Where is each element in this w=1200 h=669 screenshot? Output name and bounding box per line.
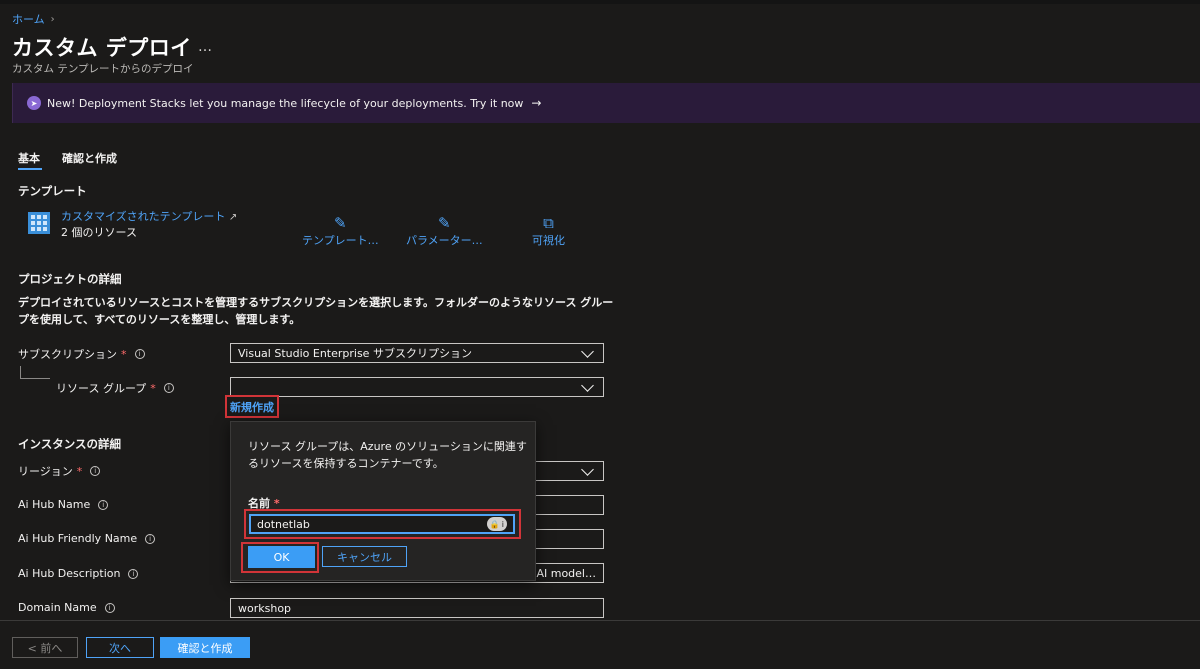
- region-label-text: リージョン: [18, 465, 73, 478]
- chevron-down-icon: [581, 462, 594, 476]
- template-icon: [28, 212, 50, 234]
- info-icon[interactable]: i: [163, 383, 174, 393]
- project-details-heading: プロジェクトの詳細: [18, 272, 122, 286]
- hub-description-label-text: Ai Hub Description: [18, 567, 121, 580]
- page-title: カスタム デプロイ: [12, 36, 192, 60]
- resource-group-name-input[interactable]: dotnetlab 🔒 i: [249, 514, 515, 534]
- resource-count: 2 個のリソース: [61, 226, 137, 239]
- deployment-stacks-banner[interactable]: ➤ New! Deployment Stacks let you manage …: [12, 83, 1200, 123]
- customized-template-link[interactable]: カスタマイズされたテンプレート ↗: [61, 208, 237, 224]
- info-icon[interactable]: i: [145, 533, 156, 544]
- create-new-resource-group-link[interactable]: 新規作成: [230, 399, 274, 415]
- edit-parameters-label: パラメーター…: [406, 234, 483, 247]
- hub-name-label-text: Ai Hub Name: [18, 498, 91, 511]
- info-icon[interactable]: i: [104, 602, 115, 613]
- edit-parameters-button[interactable]: ✎ パラメーター…: [406, 214, 483, 248]
- required-mark: *: [76, 464, 83, 478]
- hub-name-label: Ai Hub Name i: [18, 498, 109, 511]
- visualize-button[interactable]: ⧉ 可視化: [532, 214, 565, 248]
- popup-description: リソース グループは、Azure のソリューションに関連するリソースを保持するコ…: [248, 440, 527, 470]
- chevron-right-icon: ›: [50, 13, 55, 25]
- previous-button[interactable]: < 前へ: [12, 637, 78, 658]
- edit-template-button[interactable]: ✎ テンプレート…: [302, 214, 379, 248]
- hub-description-value: AI model…: [536, 566, 596, 580]
- domain-name-input[interactable]: workshop: [230, 598, 604, 618]
- instance-details-heading: インスタンスの詳細: [18, 437, 122, 451]
- project-description: デプロイされているリソースとコストを管理するサブスクリプションを選択します。フォ…: [18, 296, 614, 326]
- info-icon[interactable]: i: [90, 466, 101, 476]
- resource-group-name-value: dotnetlab: [257, 517, 310, 531]
- edit-template-label: テンプレート…: [302, 234, 379, 247]
- tree-connector-vertical: [20, 366, 21, 378]
- pencil-icon: ✎: [438, 214, 451, 232]
- top-bar: [0, 0, 1200, 4]
- footer-divider: [0, 620, 1200, 621]
- chevron-down-icon: [581, 344, 594, 358]
- domain-name-label: Domain Name i: [18, 601, 115, 614]
- hub-description-label: Ai Hub Description i: [18, 567, 139, 580]
- domain-name-value: workshop: [238, 601, 292, 615]
- resource-group-label: リソース グループ * i: [56, 380, 174, 396]
- info-icon[interactable]: i: [128, 568, 139, 579]
- pencil-icon: ✎: [334, 214, 347, 232]
- tab-basics[interactable]: 基本: [18, 150, 40, 166]
- visualize-label: 可視化: [532, 234, 565, 247]
- info-icon: i: [501, 519, 504, 529]
- domain-name-label-text: Domain Name: [18, 601, 97, 614]
- customized-template-link-label: カスタマイズされたテンプレート: [61, 210, 226, 223]
- info-icon[interactable]: i: [134, 349, 145, 359]
- more-options-icon[interactable]: …: [198, 39, 212, 55]
- region-label: リージョン * i: [18, 463, 101, 479]
- tree-connector-horizontal: [20, 378, 50, 379]
- page-subtitle: カスタム テンプレートからのデプロイ: [12, 63, 194, 75]
- hub-friendly-name-label: Ai Hub Friendly Name i: [18, 532, 156, 545]
- subscription-value: Visual Studio Enterprise サブスクリプション: [238, 347, 472, 360]
- chevron-down-icon: [581, 378, 594, 392]
- banner-text: New! Deployment Stacks let you manage th…: [47, 96, 524, 110]
- rocket-icon: ➤: [27, 96, 41, 110]
- active-tab-indicator: [18, 168, 42, 170]
- required-mark: *: [150, 381, 156, 395]
- cancel-button[interactable]: キャンセル: [322, 546, 407, 567]
- lock-icon: 🔒: [489, 519, 500, 529]
- next-button[interactable]: 次へ: [86, 637, 154, 658]
- template-heading: テンプレート: [18, 184, 87, 198]
- hub-friendly-name-label-text: Ai Hub Friendly Name: [18, 532, 138, 545]
- ok-button[interactable]: OK: [248, 546, 315, 568]
- info-icon[interactable]: i: [98, 499, 109, 510]
- resource-group-select[interactable]: [230, 377, 604, 397]
- password-manager-icon[interactable]: 🔒 i: [486, 517, 507, 531]
- hierarchy-icon: ⧉: [543, 214, 554, 232]
- review-create-button[interactable]: 確認と作成: [160, 637, 250, 658]
- subscription-label-text: サブスクリプション: [18, 348, 117, 361]
- breadcrumb: ホーム ›: [12, 11, 55, 27]
- resource-group-label-text: リソース グループ: [56, 382, 147, 395]
- tab-review-create[interactable]: 確認と作成: [62, 150, 117, 166]
- arrow-right-icon[interactable]: →: [531, 96, 541, 110]
- subscription-label: サブスクリプション * i: [18, 346, 145, 362]
- required-mark: *: [121, 347, 127, 361]
- external-link-icon: ↗: [228, 212, 238, 223]
- subscription-select[interactable]: Visual Studio Enterprise サブスクリプション: [230, 343, 604, 363]
- breadcrumb-home-link[interactable]: ホーム: [12, 11, 45, 27]
